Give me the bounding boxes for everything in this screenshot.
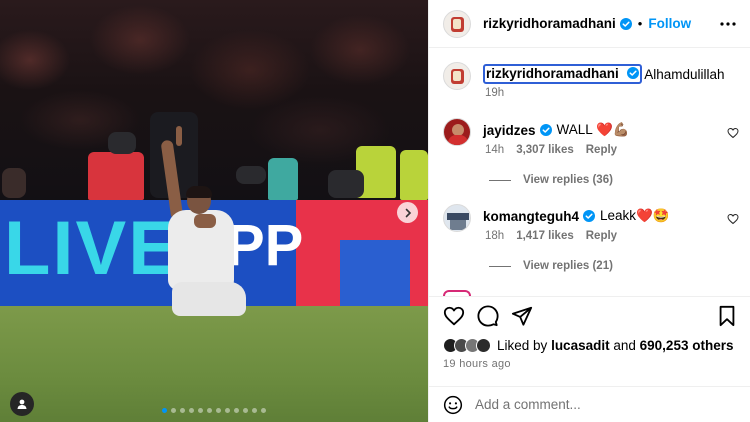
verified-badge-icon (583, 210, 596, 222)
post-header: rizkyridhoramadhani • Follow (429, 0, 750, 48)
caption-text: Alhamdulillah (644, 66, 725, 82)
view-replies-label[interactable]: View replies (21) (523, 260, 613, 272)
post-photo[interactable]: LIVE PP (0, 0, 428, 422)
chevron-right-icon (405, 208, 411, 217)
bookmark-icon (719, 305, 735, 327)
follow-button[interactable]: Follow (648, 16, 691, 31)
avatar[interactable] (443, 10, 471, 38)
caption-username-box[interactable]: rizkyridhoramadhani (483, 64, 643, 84)
photographer-figure (268, 158, 298, 200)
carousel-dot (207, 408, 212, 413)
comment-button[interactable] (477, 305, 499, 332)
pitch (0, 306, 428, 422)
view-replies-button[interactable]: View replies (36) (489, 174, 613, 186)
liker-avatars[interactable] (443, 338, 491, 353)
comment-item: komangteguh4 Leakk❤️🤩 18h 1,417 likes Re… (429, 202, 750, 282)
paper-plane-icon (511, 306, 533, 326)
save-button[interactable] (717, 305, 737, 332)
camera-shape (236, 166, 266, 184)
share-button[interactable] (511, 305, 533, 332)
verified-badge-icon (619, 17, 632, 30)
carousel-dot (252, 408, 257, 413)
comment-time[interactable]: 18h (485, 230, 504, 242)
liked-by-prefix: Liked by (497, 338, 548, 353)
comment-time[interactable]: 14h (485, 144, 504, 156)
heart-outline-icon (443, 306, 465, 326)
liked-by-user[interactable]: lucasadit (551, 338, 610, 353)
steward-figure (400, 150, 428, 200)
photographer-figure (88, 152, 144, 200)
like-button[interactable] (443, 305, 465, 332)
add-comment-bar (429, 386, 750, 422)
avatar[interactable] (443, 204, 471, 232)
carousel-dot (162, 408, 167, 413)
post-sidebar: rizkyridhoramadhani • Follow rizkyridhor… (428, 0, 750, 422)
caption-username[interactable]: rizkyridhoramadhani (486, 66, 619, 81)
player-finger (176, 126, 182, 146)
spectator-figure (2, 168, 26, 198)
comment-input[interactable] (475, 397, 695, 412)
comment-username[interactable]: komangteguh4 (483, 209, 579, 224)
comment-bubble-icon (477, 305, 499, 327)
liked-by-others[interactable]: 690,253 others (640, 338, 734, 353)
camera-shape (108, 132, 136, 154)
more-options-button[interactable] (719, 15, 737, 38)
carousel-dot (198, 408, 203, 413)
camera-shape (328, 170, 364, 198)
heart-outline-icon (727, 213, 739, 225)
avatar (476, 338, 491, 353)
more-horizontal-icon (720, 22, 736, 26)
heart-outline-icon (727, 127, 739, 139)
comment-like-button[interactable] (727, 212, 739, 230)
carousel-dot (216, 408, 221, 413)
author-username[interactable]: rizkyridhoramadhani (483, 16, 616, 31)
caption-time[interactable]: 19h (485, 87, 504, 99)
billboard-text: LIVE (4, 206, 181, 291)
carousel-dot (189, 408, 194, 413)
post-time-ago[interactable]: 19 hours ago (443, 358, 511, 370)
view-replies-label[interactable]: View replies (36) (523, 174, 613, 186)
carousel-indicator (0, 408, 428, 413)
comment-username[interactable]: jayidzes (483, 123, 536, 138)
liked-by-and: and (613, 338, 636, 353)
replies-divider (489, 179, 511, 181)
reply-button[interactable]: Reply (586, 230, 617, 242)
carousel-dot (171, 408, 176, 413)
carousel-dot (234, 408, 239, 413)
comment-likes[interactable]: 1,417 likes (516, 230, 574, 242)
avatar[interactable] (443, 62, 471, 90)
comment-like-button[interactable] (727, 126, 739, 144)
caption: rizkyridhoramadhani Alhamdulillah 19h (429, 60, 750, 100)
caption-meta: 19h (485, 87, 504, 99)
comment-text: Leakk❤️🤩 (600, 208, 670, 223)
verified-badge-icon (627, 67, 640, 79)
reply-button[interactable]: Reply (586, 144, 617, 156)
verified-badge-icon (539, 124, 552, 136)
liked-by: Liked by lucasadit and 690,253 others (443, 338, 733, 353)
billboard-blue-block (340, 240, 410, 306)
carousel-dot (180, 408, 185, 413)
comment-meta: 14h 3,307 likes Reply (485, 144, 617, 156)
avatar[interactable] (443, 118, 471, 146)
player-hair (186, 186, 212, 198)
comment-text: WALL ❤️💪🏽 (556, 122, 630, 137)
comment-likes[interactable]: 3,307 likes (516, 144, 574, 156)
carousel-dot (243, 408, 248, 413)
replies-divider (489, 265, 511, 267)
billboard-text-2: PP (226, 213, 304, 278)
comment-item: jayidzes WALL ❤️💪🏽 14h 3,307 likes Reply… (429, 116, 750, 196)
header-separator: • (637, 16, 643, 31)
carousel-dot (225, 408, 230, 413)
action-bar (429, 296, 750, 332)
emoji-button[interactable] (443, 395, 463, 415)
carousel-dot (261, 408, 266, 413)
view-replies-button[interactable]: View replies (21) (489, 260, 613, 272)
comment-meta: 18h 1,417 likes Reply (485, 230, 617, 242)
emoji-smiley-icon (443, 395, 463, 414)
carousel-next-button[interactable] (397, 202, 418, 223)
player-legs (172, 282, 246, 316)
player-hand (194, 214, 216, 228)
